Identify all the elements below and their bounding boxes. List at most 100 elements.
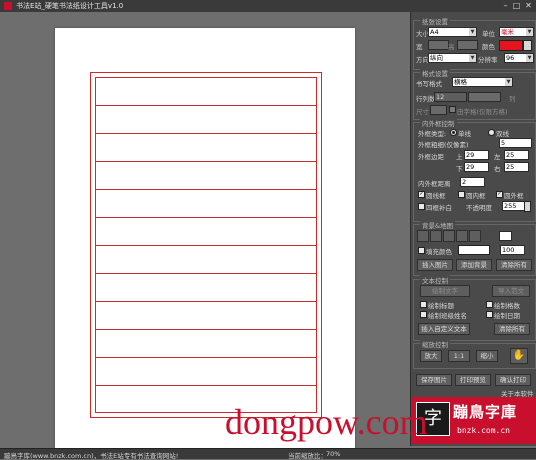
draw-date-label: 绘制日期 xyxy=(494,312,520,320)
frame-thickness-label: 外框粗细(仅像素) xyxy=(418,141,469,149)
logo: 字 蹦鳥字庫 bnzk.com.cn xyxy=(411,397,536,444)
chevron-down-icon: ▼ xyxy=(469,28,476,36)
right-margin-input[interactable]: 25 xyxy=(504,162,529,172)
unit-select[interactable]: 毫米 ▼ xyxy=(499,27,534,37)
frame-thickness-input[interactable]: 5 xyxy=(499,138,532,148)
rect-icon[interactable] xyxy=(417,230,429,242)
cols-input[interactable] xyxy=(468,92,501,102)
one-to-one-button[interactable]: 1:1 xyxy=(448,350,470,362)
grid-line xyxy=(96,133,316,134)
unit-label: 单位 xyxy=(482,30,495,38)
rows-input[interactable]: 12 xyxy=(434,92,467,102)
chevron-down-icon: ▼ xyxy=(526,28,533,36)
opacity-spinner[interactable] xyxy=(524,201,531,212)
cell-size-input[interactable] xyxy=(430,105,447,115)
add-background-button[interactable]: 添加背景 xyxy=(456,259,492,271)
draw-text-button[interactable]: 绘制文字 xyxy=(420,285,470,297)
fill-amount-input[interactable]: 100 xyxy=(500,245,525,255)
fill-white-checkbox[interactable] xyxy=(418,203,425,210)
hexagon-icon[interactable] xyxy=(443,230,455,242)
cols-label: 列 xyxy=(509,95,516,103)
square-grid-checkbox[interactable] xyxy=(449,106,456,113)
left-margin-input[interactable]: 25 xyxy=(504,150,529,160)
grid-line xyxy=(96,217,316,218)
chevron-down-icon: ▼ xyxy=(469,54,476,62)
circle-icon[interactable] xyxy=(430,230,442,242)
watermark: dongpow.com xyxy=(225,402,428,442)
inner-spacing-label: 内外框距离 xyxy=(418,180,451,188)
round-inner-checkbox[interactable] xyxy=(458,191,465,198)
insert-image-button[interactable]: 插入图片 xyxy=(417,259,453,271)
round-outer-checkbox[interactable]: ✓ xyxy=(496,191,503,198)
draw-class-name-checkbox[interactable] xyxy=(420,311,427,318)
color-picker-button[interactable] xyxy=(523,40,532,51)
resolution-select[interactable]: 96 ▼ xyxy=(504,53,534,63)
half-fill-icon[interactable] xyxy=(456,230,468,242)
round-line-checkbox[interactable]: ✓ xyxy=(418,191,425,198)
canvas-area[interactable] xyxy=(0,12,410,455)
layer-icon[interactable] xyxy=(469,230,481,242)
close-button[interactable]: ✕ xyxy=(523,1,534,10)
fill-color-swatch[interactable] xyxy=(458,245,490,255)
hand-pan-icon[interactable]: ✋ xyxy=(510,348,528,364)
bottom-margin-input[interactable]: 29 xyxy=(464,162,489,172)
grid-line xyxy=(96,189,316,190)
top-margin-input[interactable]: 29 xyxy=(464,150,489,160)
clear-background-button[interactable]: 清除所有 xyxy=(496,259,532,271)
format-select[interactable]: 横格 ▼ xyxy=(452,77,513,87)
right-label: 右 xyxy=(494,165,501,173)
round-outer-label: 圆外框 xyxy=(504,192,524,200)
round-inner-label: 圆内框 xyxy=(466,192,486,200)
grid-line xyxy=(96,161,316,162)
grid-line xyxy=(96,245,316,246)
paper-color-swatch[interactable] xyxy=(499,40,523,51)
double-line-label: 双线 xyxy=(496,130,509,138)
draw-date-checkbox[interactable] xyxy=(486,311,493,318)
status-left-text: 蹦鳥字库(www.bnzk.com.cn)，书法E站专有书法查询网站! xyxy=(4,452,179,460)
zoom-settings-section: 缩放控制 放大 1:1 缩小 ✋ xyxy=(413,339,536,369)
height-label: 高 xyxy=(448,43,455,51)
width-label: 宽 xyxy=(416,43,423,51)
confirm-print-button[interactable]: 确认打印 xyxy=(495,374,531,386)
save-image-button[interactable]: 保存图片 xyxy=(416,374,452,386)
draw-title-label: 绘制标题 xyxy=(428,302,454,310)
paper-settings-section: 纸张设置 大小 A4 ▼ 单位 毫米 ▼ 宽 高 颜色 方向 纵向 ▼ 分辨率 96 ▼ xyxy=(413,16,536,70)
insert-custom-text-button[interactable]: 插入自定义文本 xyxy=(418,323,470,335)
single-line-radio[interactable] xyxy=(450,129,457,136)
round-line-label: 圆线框 xyxy=(426,192,446,200)
shape-count-input[interactable] xyxy=(499,231,512,241)
paper-size-select[interactable]: A4 ▼ xyxy=(428,27,477,37)
width-input[interactable] xyxy=(428,40,449,50)
print-preview-button[interactable]: 打印预览 xyxy=(455,374,491,386)
size-label: 尺寸 xyxy=(416,108,429,116)
zoom-out-button[interactable]: 缩小 xyxy=(476,350,498,362)
maximize-button[interactable]: □ xyxy=(511,1,522,10)
left-label: 左 xyxy=(494,153,501,161)
grid-line xyxy=(96,273,316,274)
double-line-radio[interactable] xyxy=(488,129,495,136)
grid-line xyxy=(96,357,316,358)
chevron-down-icon: ▼ xyxy=(505,78,512,86)
inner-spacing-input[interactable]: 2 xyxy=(460,177,485,187)
import-text-button[interactable]: 导入范文 xyxy=(492,285,530,297)
fill-color-checkbox[interactable] xyxy=(418,247,425,254)
draw-grid-count-label: 绘制格数 xyxy=(494,302,520,310)
window-title: 书法E站_硬笔书法纸设计工具v1.0 xyxy=(16,2,124,10)
single-line-label: 单线 xyxy=(458,130,471,138)
section-title: 格式设置 xyxy=(420,68,450,78)
direction-select[interactable]: 纵向 ▼ xyxy=(428,53,477,63)
height-input[interactable] xyxy=(457,40,478,50)
zoom-in-button[interactable]: 放大 xyxy=(420,350,442,362)
paper-preview[interactable] xyxy=(55,28,355,455)
draw-grid-count-checkbox[interactable] xyxy=(486,301,493,308)
text-settings-section: 文本控制 绘制文字 导入范文 绘制标题 绘制格数 绘制班级姓名 绘制日期 插入自… xyxy=(413,275,536,341)
control-panel: 纸张设置 大小 A4 ▼ 单位 毫米 ▼ 宽 高 颜色 方向 纵向 ▼ 分辨率 96 ▼… xyxy=(410,12,536,446)
background-settings-section: 背景&地图 填充颜色 100 插入图片 添加背景 清除所有 xyxy=(413,220,536,276)
draw-title-checkbox[interactable] xyxy=(420,301,427,308)
minimize-button[interactable]: – xyxy=(500,1,511,10)
clear-text-button[interactable]: 清除所有 xyxy=(494,323,530,335)
app-icon xyxy=(4,2,12,10)
opacity-input[interactable]: 255 xyxy=(502,201,525,211)
grid-line xyxy=(96,105,316,106)
section-title: 缩放控制 xyxy=(420,339,450,349)
